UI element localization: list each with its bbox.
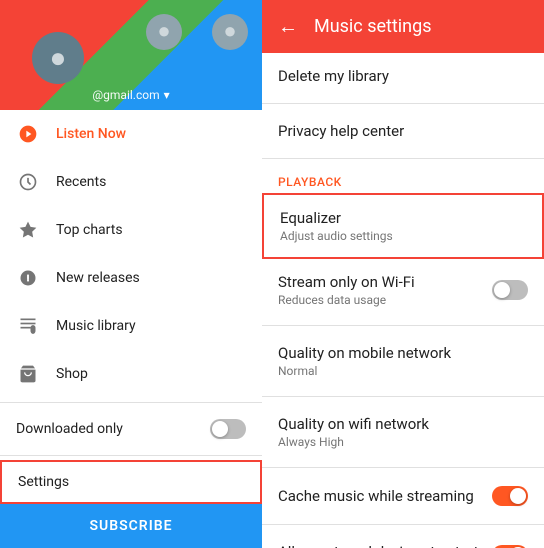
divider-r2 xyxy=(262,158,544,159)
sidebar-item-shop[interactable]: Shop xyxy=(0,350,262,398)
sidebar-item-label-music-library: Music library xyxy=(56,318,136,334)
stream-wifi-left: Stream only on Wi-Fi Reduces data usage xyxy=(278,273,492,307)
setting-item-delete-library[interactable]: Delete my library xyxy=(262,53,544,99)
small-avatar-2: ● xyxy=(212,14,248,50)
divider-r5 xyxy=(262,467,544,468)
downloaded-only-thumb xyxy=(212,421,228,437)
stream-wifi-thumb xyxy=(494,282,510,298)
email-row: @gmail.com ▾ xyxy=(0,88,262,102)
sidebar-item-new-releases[interactable]: New releases xyxy=(0,254,262,302)
subscribe-button[interactable]: SUBSCRIBE xyxy=(0,504,262,548)
listen-now-icon xyxy=(16,122,40,146)
setting-item-privacy-help[interactable]: Privacy help center xyxy=(262,108,544,154)
stream-wifi-sub: Reduces data usage xyxy=(278,293,492,307)
divider-2 xyxy=(0,455,262,456)
profile-header: ● ● ● @gmail.com ▾ xyxy=(0,0,262,110)
settings-header-title: Music settings xyxy=(314,16,432,37)
recents-icon xyxy=(16,170,40,194)
cache-streaming-left: Cache music while streaming xyxy=(278,487,492,505)
sidebar-item-recents[interactable]: Recents xyxy=(0,158,262,206)
small-avatars: ● ● xyxy=(146,14,248,50)
privacy-help-title: Privacy help center xyxy=(278,122,528,140)
nav-menu: Listen Now Recents Top charts New releas… xyxy=(0,110,262,504)
top-charts-icon xyxy=(16,218,40,242)
cache-streaming-thumb xyxy=(510,488,526,504)
equalizer-sub: Adjust audio settings xyxy=(280,229,526,243)
equalizer-title: Equalizer xyxy=(280,209,526,227)
sidebar-item-label-top-charts: Top charts xyxy=(56,222,123,238)
downloaded-only-label: Downloaded only xyxy=(16,421,123,437)
sidebar-item-label-new-releases: New releases xyxy=(56,270,140,286)
shop-icon xyxy=(16,362,40,386)
setting-item-allow-external[interactable]: Allow external devices to start playback… xyxy=(262,529,544,548)
subscribe-label: SUBSCRIBE xyxy=(89,518,172,534)
setting-item-quality-mobile[interactable]: Quality on mobile network Normal xyxy=(262,330,544,392)
setting-item-quality-wifi[interactable]: Quality on wifi network Always High xyxy=(262,401,544,463)
sidebar-item-top-charts[interactable]: Top charts xyxy=(0,206,262,254)
email-text: @gmail.com xyxy=(92,88,159,102)
setting-item-equalizer[interactable]: Equalizer Adjust audio settings xyxy=(264,195,542,257)
quality-wifi-title: Quality on wifi network xyxy=(278,415,528,433)
main-avatar-icon: ● xyxy=(50,44,67,72)
back-arrow-icon[interactable]: ← xyxy=(278,14,298,39)
settings-item[interactable]: Settings xyxy=(0,460,262,504)
sidebar-item-music-library[interactable]: Music library xyxy=(0,302,262,350)
allow-external-left: Allow external devices to start playback… xyxy=(278,543,484,548)
quality-wifi-sub: Always High xyxy=(278,435,528,449)
stream-wifi-toggle[interactable] xyxy=(492,280,528,300)
settings-label: Settings xyxy=(18,474,69,490)
divider-1 xyxy=(0,402,262,403)
divider-r4 xyxy=(262,396,544,397)
music-library-icon xyxy=(16,314,40,338)
setting-item-cache-streaming[interactable]: Cache music while streaming xyxy=(262,472,544,520)
downloaded-only-toggle[interactable] xyxy=(210,419,246,439)
delete-library-title: Delete my library xyxy=(278,67,528,85)
equalizer-box: Equalizer Adjust audio settings xyxy=(262,193,544,259)
sidebar-item-label-listen-now: Listen Now xyxy=(56,126,126,142)
left-panel: ● ● ● @gmail.com ▾ Listen Now xyxy=(0,0,262,548)
cache-streaming-title: Cache music while streaming xyxy=(278,487,492,505)
sidebar-item-label-recents: Recents xyxy=(56,174,106,190)
new-releases-icon xyxy=(16,266,40,290)
allow-external-title: Allow external devices to start playback xyxy=(278,543,484,548)
sidebar-item-listen-now[interactable]: Listen Now xyxy=(0,110,262,158)
quality-mobile-title: Quality on mobile network xyxy=(278,344,528,362)
divider-r6 xyxy=(262,524,544,525)
downloaded-only-row: Downloaded only xyxy=(0,407,262,451)
quality-mobile-sub: Normal xyxy=(278,364,528,378)
setting-item-stream-wifi[interactable]: Stream only on Wi-Fi Reduces data usage xyxy=(262,259,544,321)
settings-header: ← Music settings xyxy=(262,0,544,53)
main-avatar-circle: ● xyxy=(32,32,84,84)
right-panel: ← Music settings Delete my library Priva… xyxy=(262,0,544,548)
stream-wifi-title: Stream only on Wi-Fi xyxy=(278,273,492,291)
small-avatar-1: ● xyxy=(146,14,182,50)
divider-r3 xyxy=(262,325,544,326)
cache-streaming-toggle[interactable] xyxy=(492,486,528,506)
dropdown-arrow-icon[interactable]: ▾ xyxy=(164,88,170,102)
playback-section-label: PLAYBACK xyxy=(262,163,544,193)
divider-r1 xyxy=(262,103,544,104)
settings-list: Delete my library Privacy help center PL… xyxy=(262,53,544,548)
sidebar-item-label-shop: Shop xyxy=(56,366,88,382)
